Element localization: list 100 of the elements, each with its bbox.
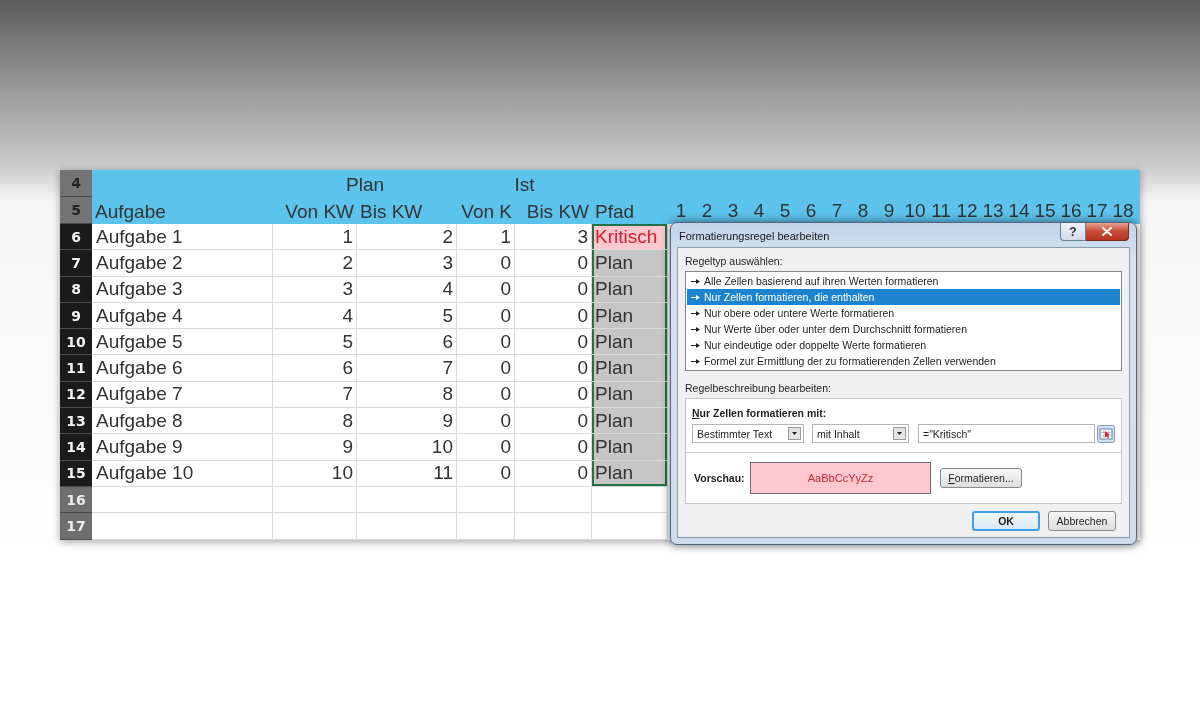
table-cell: 10 — [273, 460, 357, 487]
table-cell: Aufgabe 9 — [92, 434, 273, 461]
close-icon — [1102, 227, 1112, 236]
table-cell: 2 — [273, 250, 357, 277]
format-button[interactable]: Formatieren... — [940, 468, 1022, 488]
status-cell: Plan — [592, 381, 668, 409]
row-number: 11 — [60, 355, 92, 382]
group-header: Ist — [514, 174, 535, 195]
status-cell: Plan — [592, 250, 668, 277]
table-cell: 9 — [357, 408, 457, 435]
table-cell: Aufgabe 4 — [92, 302, 273, 330]
table-cell: 0 — [457, 276, 515, 303]
value-field[interactable]: ="Kritisch" — [918, 424, 1095, 443]
status-cell: Plan — [592, 355, 668, 382]
table-cell: 6 — [273, 355, 357, 382]
column-header: Von KW — [285, 201, 354, 222]
condition-dropdown[interactable]: mit Inhalt — [812, 424, 909, 443]
row-number: 16 — [60, 486, 92, 514]
condition-heading: Nur Zellen formatieren mit: — [692, 406, 828, 420]
row-number: 7 — [60, 250, 92, 277]
week-number: 10 — [904, 200, 926, 221]
format-preview: AaBbCcYyZz — [750, 462, 931, 494]
status-cell: Plan — [592, 329, 668, 356]
caret-icon — [893, 427, 906, 440]
help-button[interactable]: ? — [1060, 223, 1086, 241]
week-number: 3 — [727, 200, 739, 221]
empty-cell — [457, 486, 515, 514]
table-cell: 0 — [457, 302, 515, 330]
table-cell: 7 — [357, 355, 457, 382]
week-number: 8 — [857, 200, 869, 221]
arrow-icon — [691, 326, 700, 332]
table-cell: 2 — [357, 224, 457, 251]
row-number: 15 — [60, 460, 92, 487]
row-number: 10 — [60, 329, 92, 356]
row-number: 13 — [60, 408, 92, 435]
table-cell: 1 — [457, 224, 515, 251]
table-cell: 8 — [273, 408, 357, 435]
week-number: 6 — [805, 200, 817, 221]
preview-label: Vorschau: — [694, 472, 746, 484]
week-number: 12 — [956, 200, 978, 221]
rule-type-item[interactable]: Alle Zellen basierend auf ihren Werten formatieren — [687, 273, 1120, 289]
week-number: 1 — [675, 200, 687, 221]
table-cell: 0 — [457, 381, 515, 409]
table-cell: Aufgabe 10 — [92, 460, 273, 487]
table-cell: 4 — [357, 276, 457, 303]
column-header: Aufgabe — [95, 201, 166, 222]
table-cell: 0 — [457, 460, 515, 487]
arrow-icon — [691, 294, 700, 300]
column-header: Von K — [461, 201, 512, 222]
row-number: 6 — [60, 224, 92, 251]
section-label: Regelbeschreibung bearbeiten: — [685, 381, 832, 395]
table-cell: 3 — [273, 276, 357, 303]
table-cell: 10 — [357, 434, 457, 461]
table-cell: 11 — [357, 460, 457, 487]
table-cell: 1 — [273, 224, 357, 251]
rule-type-item[interactable]: Formel zur Ermittlung der zu formatierenden Zellen verwenden — [687, 353, 1120, 369]
week-number: 2 — [701, 200, 713, 221]
table-cell: Aufgabe 5 — [92, 329, 273, 356]
table-cell: 5 — [357, 302, 457, 330]
arrow-icon — [691, 358, 700, 364]
caret-icon — [788, 427, 801, 440]
table-cell: Aufgabe 6 — [92, 355, 273, 382]
status-cell: Kritisch — [592, 224, 668, 251]
row-number: 17 — [60, 513, 92, 540]
table-cell: 5 — [273, 329, 357, 356]
dialog-button[interactable]: OK — [972, 511, 1040, 531]
cell-range-icon[interactable] — [1097, 424, 1115, 443]
table-cell: 0 — [457, 434, 515, 461]
rule-type-item[interactable]: Nur Werte über oder unter dem Durchschnitt formatieren — [687, 321, 1120, 337]
week-number: 18 — [1112, 200, 1134, 221]
table-cell: 7 — [273, 381, 357, 409]
condition-dropdown[interactable]: Bestimmter Text — [692, 424, 804, 443]
row-number: 8 — [60, 276, 92, 303]
empty-cell — [457, 513, 515, 540]
column-header: Pfad — [595, 201, 635, 222]
table-cell: 3 — [357, 250, 457, 277]
arrow-icon — [691, 310, 700, 316]
rule-type-item[interactable]: Nur obere oder untere Werte formatieren — [687, 305, 1120, 321]
row-number: 14 — [60, 434, 92, 461]
table-cell: 4 — [273, 302, 357, 330]
table-cell: Aufgabe 1 — [92, 224, 273, 251]
row-number: 5 — [60, 197, 92, 224]
status-cell: Plan — [592, 460, 668, 487]
arrow-icon — [691, 278, 700, 284]
table-cell: Aufgabe 7 — [92, 381, 273, 409]
week-number: 11 — [931, 200, 951, 221]
table-cell: 0 — [457, 250, 515, 277]
table-cell: 6 — [357, 329, 457, 356]
rule-type-item[interactable]: Nur eindeutige oder doppelte Werte formatieren — [687, 337, 1120, 353]
group-header: Plan — [346, 174, 384, 195]
table-cell: 9 — [273, 434, 357, 461]
rule-type-item[interactable]: Nur Zellen formatieren, die enthalten — [687, 289, 1120, 305]
table-cell: 8 — [357, 381, 457, 409]
week-number: 13 — [982, 200, 1004, 221]
status-cell: Plan — [592, 408, 668, 435]
column-header: Bis KW — [360, 201, 423, 222]
arrow-icon — [691, 342, 700, 348]
dialog-button[interactable]: Abbrechen — [1048, 511, 1116, 531]
table-cell: Aufgabe 3 — [92, 276, 273, 303]
close-button[interactable] — [1086, 223, 1129, 241]
